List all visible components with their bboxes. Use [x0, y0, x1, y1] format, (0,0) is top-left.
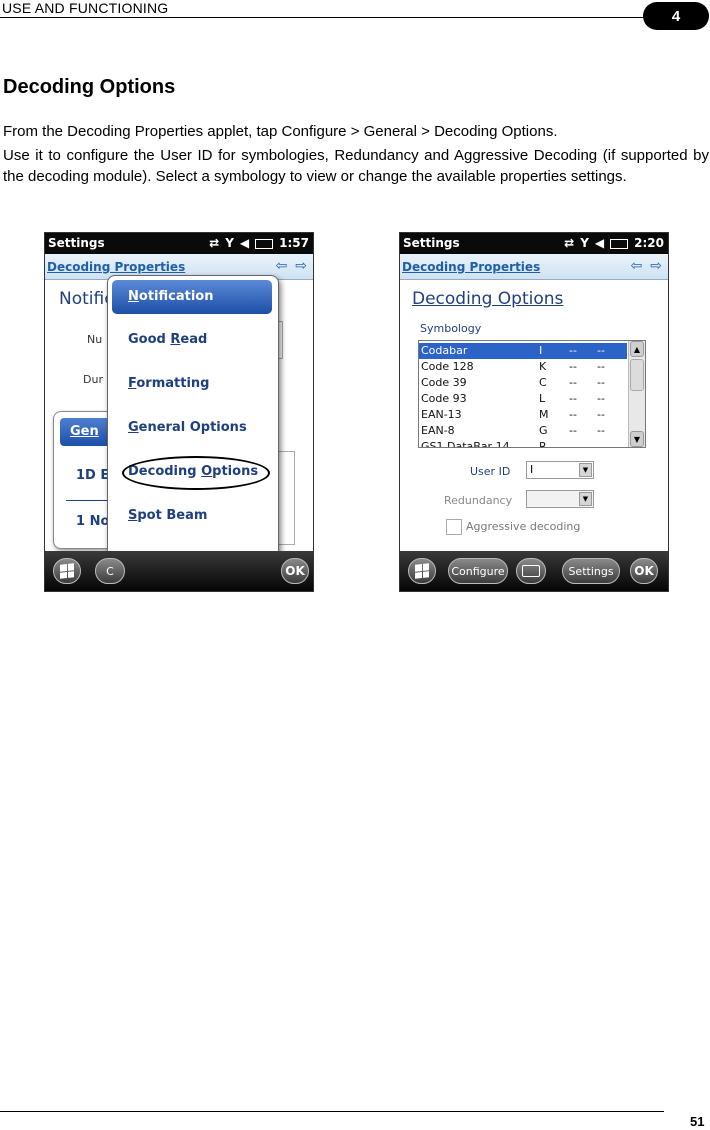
connectivity-icon: ⇄ [209, 236, 220, 250]
start-button[interactable] [53, 558, 81, 584]
status-bar: Settings ⇄ Y ◀ 2:20 [400, 233, 668, 254]
volume-icon: ◀ [594, 236, 605, 250]
symbology-list[interactable]: Codabar I -- -- Code 128 K -- -- Code 39 C -- -- … [418, 340, 646, 448]
windows-flag-icon [60, 563, 74, 579]
list-item[interactable]: Code 39 C -- -- [419, 375, 627, 391]
volume-icon: ◀ [239, 236, 250, 250]
description-paragraph: Use it to configure the User ID for symb… [3, 147, 709, 185]
chapter-badge: 4 [643, 2, 709, 30]
signal-icon: Y [580, 236, 589, 250]
list-item[interactable]: GS1 DataBar 14 R [419, 439, 627, 447]
windows-flag-icon [415, 563, 429, 579]
settings-button[interactable]: Settings [562, 558, 620, 584]
status-bar: Settings ⇄ Y ◀ 1:57 [45, 233, 313, 254]
page-title: Notific [59, 289, 114, 309]
clock: 2:20 [634, 236, 664, 250]
section-title: Decoding Options [3, 76, 176, 98]
screenshot-decoding-options: Settings ⇄ Y ◀ 2:20 Decoding Properties … [399, 232, 669, 592]
forward-arrow-icon[interactable]: ⇨ [650, 258, 662, 274]
scroll-down-icon[interactable]: ▼ [630, 431, 644, 447]
duration-label: Dur [83, 373, 103, 386]
menu-item-good-read[interactable]: Good Read [128, 332, 207, 347]
redundancy-combo[interactable]: ▼ [526, 490, 594, 508]
user-id-combo[interactable]: I ▼ [526, 461, 594, 479]
ok-button[interactable]: OK [281, 558, 309, 584]
start-button[interactable] [408, 558, 436, 584]
configure-button[interactable]: Configure [448, 558, 508, 584]
status-title: Settings [403, 236, 460, 250]
intro-paragraph: From the Decoding Properties applet, tap… [3, 123, 558, 140]
menu-item-spot-beam[interactable]: Spot Beam [128, 508, 207, 523]
screenshot-decoding-properties-menu: Settings ⇄ Y ◀ 1:57 Decoding Properties … [44, 232, 314, 592]
running-header: USE AND FUNCTIONING [2, 0, 169, 16]
list-item[interactable]: EAN-8 G -- -- [419, 423, 627, 439]
connectivity-icon: ⇄ [564, 236, 575, 250]
keyboard-button[interactable] [516, 558, 546, 584]
scroll-up-icon[interactable]: ▲ [630, 341, 644, 357]
user-id-label: User ID [470, 465, 511, 478]
aggressive-decoding-checkbox[interactable] [446, 519, 462, 535]
scroll-thumb[interactable] [630, 359, 644, 391]
submenu-item-1d[interactable]: 1D E [76, 468, 109, 483]
list-item[interactable]: Code 93 L -- -- [419, 391, 627, 407]
app-title: Decoding Properties [402, 260, 541, 274]
highlight-oval [122, 456, 270, 490]
list-item[interactable]: Code 128 K -- -- [419, 359, 627, 375]
submenu-item-1[interactable]: 1 No [76, 514, 109, 529]
page-title: Decoding Options [412, 289, 564, 309]
aggressive-decoding-label: Aggressive decoding [466, 520, 581, 533]
keyboard-icon [522, 565, 540, 577]
list-scrollbar[interactable]: ▲ ▼ [628, 341, 645, 447]
dropdown-arrow-icon[interactable]: ▼ [579, 463, 592, 477]
menu-item-formatting[interactable]: Formatting [128, 376, 209, 391]
taskbar: Configure Settings OK [400, 551, 668, 591]
back-arrow-icon[interactable]: ⇦ [631, 258, 643, 274]
forward-arrow-icon[interactable]: ⇨ [295, 258, 307, 274]
dropdown-arrow-icon[interactable]: ▼ [579, 492, 592, 506]
configure-button[interactable]: C [95, 558, 125, 584]
taskbar: C OK [45, 551, 313, 591]
app-title: Decoding Properties [47, 260, 186, 274]
battery-icon [255, 239, 274, 249]
signal-icon: Y [225, 236, 234, 250]
app-bar: Decoding Properties ⇦ ⇨ [400, 254, 668, 280]
page-number: 51 [690, 1114, 705, 1129]
ok-button[interactable]: OK [630, 558, 658, 584]
menu-item-notification[interactable]: Notification [112, 280, 272, 314]
number-label: Nu [87, 333, 103, 346]
status-title: Settings [48, 236, 105, 250]
user-id-value: I [530, 463, 534, 476]
back-arrow-icon[interactable]: ⇦ [276, 258, 288, 274]
redundancy-label: Redundancy [444, 494, 513, 507]
general-menu: Notification Good Read Formatting Genera… [107, 275, 279, 587]
menu-item-general-options[interactable]: General Options [128, 420, 247, 435]
clock: 1:57 [279, 236, 309, 250]
list-item[interactable]: EAN-13 M -- -- [419, 407, 627, 423]
battery-icon [610, 239, 629, 249]
header-rule [0, 17, 650, 18]
list-item[interactable]: Codabar I -- -- [419, 343, 627, 359]
symbology-label: Symbology [420, 322, 482, 335]
footer-rule [0, 1111, 664, 1112]
